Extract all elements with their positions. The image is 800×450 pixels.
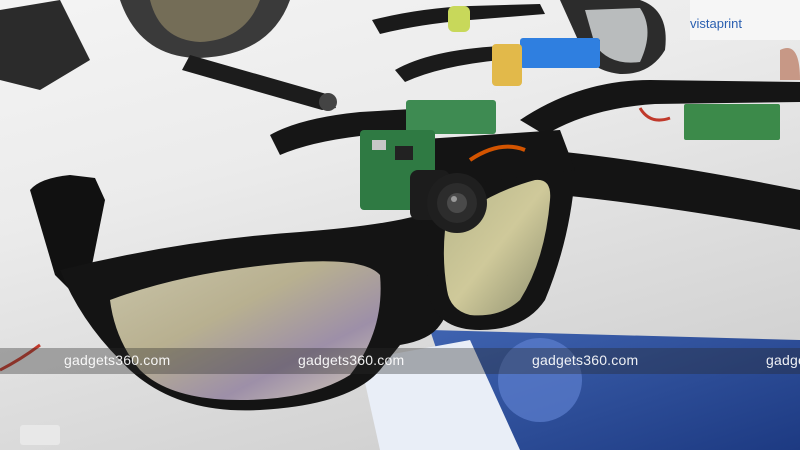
background-wire: [638, 107, 671, 122]
watermark-text: gadgets360.com: [532, 352, 639, 368]
watermark-text: gadgets360.com: [64, 352, 171, 368]
board-chip: [395, 146, 413, 160]
background-pen: [182, 55, 336, 110]
smart-glasses-scene: [0, 0, 800, 450]
watermark-text: gadgets360.com: [766, 352, 800, 368]
right-temple-arm: [545, 150, 800, 230]
connector: [20, 425, 60, 445]
background-dark-object: [0, 0, 90, 90]
background-circuit-board: [684, 104, 780, 140]
top-circuit-board: [406, 100, 496, 134]
battery-pack: [520, 38, 600, 68]
pen-cap: [319, 93, 337, 111]
background-circuit: [492, 44, 522, 86]
background-hand: [780, 48, 800, 80]
brand-sign: vistaprint: [690, 16, 743, 31]
product-photo: vistaprint gadgets360.com gadgets360.com…: [0, 0, 800, 450]
background-module: [448, 6, 470, 32]
watermark-text: gadgets360.com: [298, 352, 405, 368]
board-component: [372, 140, 386, 150]
